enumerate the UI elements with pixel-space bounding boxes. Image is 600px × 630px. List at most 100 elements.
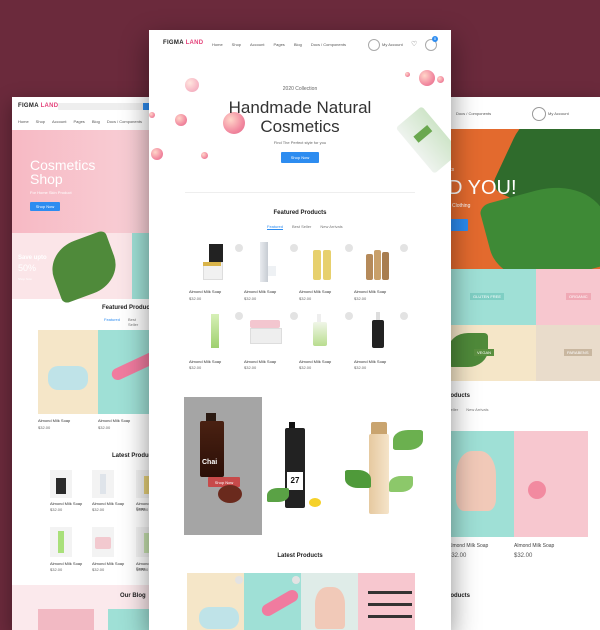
tea-leaves-image <box>218 485 242 503</box>
left-hero: Cosmetics Shop For Home Skin Product Shop… <box>12 130 162 233</box>
wishlist-button[interactable] <box>235 576 243 584</box>
jar-image <box>250 328 282 344</box>
blog-image-1[interactable] <box>38 609 94 630</box>
bubble-decoration <box>419 70 435 86</box>
left-small-product-price-2: $32.00 <box>92 507 105 512</box>
tab-best-seller[interactable]: Best Seller <box>292 224 311 230</box>
product-image-6[interactable] <box>244 310 284 350</box>
category-label-4: PARABENS <box>564 349 592 356</box>
user-icon[interactable] <box>532 107 546 121</box>
left-hero-shop-button[interactable]: Shop Now <box>30 202 60 211</box>
left-nav-pages[interactable]: Pages <box>73 119 84 124</box>
product-image-8[interactable] <box>354 310 394 350</box>
right-tab-new-arrivals[interactable]: New Arrivals <box>466 407 488 412</box>
left-big-product-name-1[interactable]: Almond Milk Soap <box>38 418 70 423</box>
wishlist-button[interactable] <box>400 312 408 320</box>
heart-icon[interactable]: ♡ <box>411 40 417 48</box>
left-nav-docs[interactable]: Docs / Components <box>107 119 142 124</box>
hand-image <box>315 587 345 629</box>
right-product-image-1[interactable] <box>448 431 514 537</box>
nav-account[interactable]: Account <box>250 42 264 47</box>
left-small-product-image-2[interactable] <box>92 470 114 498</box>
product-name-8[interactable]: Almond Milk Soap <box>354 359 386 364</box>
latest-product-image-3[interactable] <box>301 573 358 630</box>
product-name-7[interactable]: Almond Milk Soap <box>299 359 331 364</box>
bottle-cap-image <box>206 413 216 421</box>
latest-product-image-4[interactable] <box>358 573 415 630</box>
left-small-product-name-4[interactable]: Almond Milk Soap <box>50 561 82 566</box>
product-name-1[interactable]: Almond Milk Soap <box>189 289 221 294</box>
product-image-2[interactable] <box>244 242 284 284</box>
product-name-2[interactable]: Almond Milk Soap <box>244 289 276 294</box>
nav-blog[interactable]: Blog <box>294 42 302 47</box>
product-image-7[interactable] <box>299 310 339 350</box>
category-tile-3[interactable]: VEGAN <box>448 325 536 381</box>
category-tile-2[interactable]: ORGANIC <box>536 269 600 325</box>
leaf-decoration <box>267 488 289 502</box>
left-tab-best-seller[interactable]: Best Seller <box>128 317 146 327</box>
left-promo-link[interactable]: Shop Now <box>18 277 32 281</box>
left-big-product-image-1[interactable] <box>38 330 98 414</box>
bottle-image <box>382 252 389 280</box>
tab-new-arrivals[interactable]: New Arrivals <box>320 224 342 230</box>
wishlist-button[interactable] <box>345 312 353 320</box>
right-tabs: Seller New Arrivals <box>448 407 488 412</box>
nav-pages[interactable]: Pages <box>273 42 284 47</box>
right-nav-docs[interactable]: Docs / Components <box>456 111 491 116</box>
category-tile-1[interactable]: GLUTEN FREE <box>448 269 536 325</box>
left-nav-home[interactable]: Home <box>18 119 29 124</box>
right-product-name-1[interactable]: Almond Milk Soap <box>448 543 488 549</box>
left-logo[interactable]: FIGMA LAND <box>18 103 58 109</box>
product-image-5[interactable] <box>189 310 229 350</box>
left-small-product-image-5[interactable] <box>92 527 114 557</box>
category-label-2: ORGANIC <box>566 293 591 300</box>
left-small-product-price-4: $32.00 <box>50 567 63 572</box>
left-nav-blog[interactable]: Blog <box>92 119 100 124</box>
left-small-product-name-1[interactable]: Almond Milk Soap <box>50 501 82 506</box>
left-small-product-image-4[interactable] <box>50 527 72 557</box>
right-product-name-2[interactable]: Almond Milk Soap <box>514 543 554 549</box>
wishlist-button[interactable] <box>400 244 408 252</box>
left-small-product-image-1[interactable] <box>50 470 72 498</box>
nav-shop[interactable]: Shop <box>232 42 241 47</box>
left-nav-account[interactable]: Account <box>52 119 66 124</box>
brush-image <box>368 603 412 606</box>
hero-shop-now-button[interactable]: Shop Now <box>281 152 319 163</box>
wishlist-button[interactable] <box>235 244 243 252</box>
wishlist-button[interactable] <box>345 244 353 252</box>
category-label-3: VEGAN <box>474 349 495 356</box>
center-page-preview: FIGMA LAND Home Shop Account Pages Blog … <box>149 30 451 630</box>
right-hero-button[interactable] <box>448 219 468 231</box>
box-image <box>268 266 276 276</box>
product-image-3[interactable] <box>299 242 339 284</box>
nav-home[interactable]: Home <box>212 42 223 47</box>
product-image-1[interactable] <box>189 242 229 284</box>
product-name-5[interactable]: Almond Milk Soap <box>189 359 221 364</box>
wishlist-button[interactable] <box>292 576 300 584</box>
wishlist-button[interactable] <box>290 244 298 252</box>
left-nav-shop[interactable]: Shop <box>36 119 45 124</box>
left-small-product-name-5[interactable]: Almond Milk Soap <box>92 561 124 566</box>
wishlist-button[interactable] <box>235 312 243 320</box>
right-product-image-2[interactable] <box>514 431 588 537</box>
left-tab-featured[interactable]: Featured <box>104 317 120 327</box>
bubble-decoration <box>151 148 163 160</box>
right-account-label[interactable]: My Account <box>548 111 569 116</box>
account-label[interactable]: My Account <box>382 42 403 47</box>
tab-featured[interactable]: Featured <box>267 224 284 230</box>
category-tile-4[interactable]: PARABENS <box>536 325 600 381</box>
wishlist-button[interactable] <box>290 312 298 320</box>
product-image-4[interactable] <box>354 242 394 284</box>
left-search-input[interactable] <box>58 103 143 110</box>
product-name-6[interactable]: Almond Milk Soap <box>244 359 276 364</box>
left-small-product-name-2[interactable]: Almond Milk Soap <box>92 501 124 506</box>
dropper-bottle-image <box>313 322 327 346</box>
center-logo[interactable]: FIGMA LAND <box>163 40 203 46</box>
product-name-4[interactable]: Almond Milk Soap <box>354 289 386 294</box>
product-name-3[interactable]: Almond Milk Soap <box>299 289 331 294</box>
user-icon[interactable] <box>368 39 380 51</box>
left-big-product-name-2[interactable]: Almond Milk Soap <box>98 418 130 423</box>
nav-docs[interactable]: Docs / Components <box>311 42 346 47</box>
product-price-4: $32.00 <box>354 296 367 301</box>
product-price-1: $32.00 <box>189 296 202 301</box>
